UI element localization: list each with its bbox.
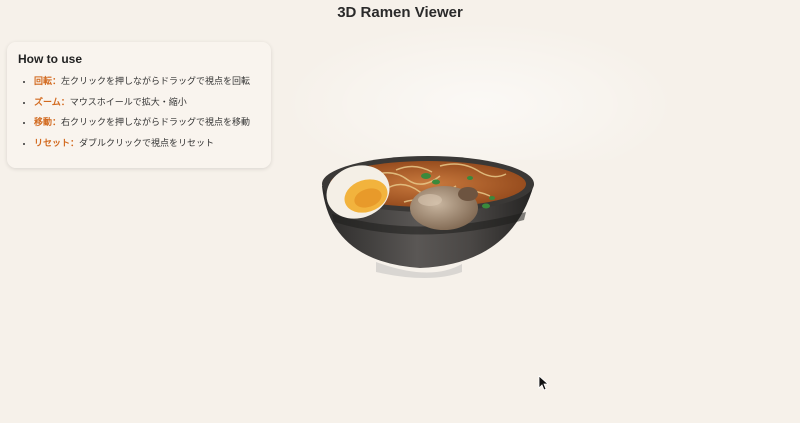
instructions-panel: How to use 回転：左クリックを押しながらドラッグで視点を回転 ズーム：… [7,42,271,168]
instruction-rotate: 回転：左クリックを押しながらドラッグで視点を回転 [34,72,261,93]
instruction-reset-key: リセット： [34,138,80,149]
instruction-pan: 移動：右クリックを押しながらドラッグで視点を移動 [34,113,261,134]
instruction-rotate-key: 回転： [34,77,62,87]
instruction-zoom-text: マウスホイールで拡大・縮小 [69,97,187,108]
instruction-reset-text: ダブルクリックで視点をリセット [79,138,215,149]
cursor-arrow-icon [538,375,550,391]
instruction-reset: リセット：ダブルクリックで視点をリセット [34,134,261,155]
instruction-zoom: ズーム：マウスホイールで拡大・縮小 [34,93,261,114]
instruction-rotate-text: 左クリックを押しながらドラッグで視点を回転 [61,77,251,87]
instructions-list: 回転：左クリックを押しながらドラッグで視点を回転 ズーム：マウスホイールで拡大・… [18,72,261,154]
instruction-pan-text: 右クリックを押しながらドラッグで視点を移動 [61,118,251,128]
instruction-zoom-key: ズーム： [34,97,70,108]
instruction-pan-key: 移動： [34,118,62,128]
instructions-heading: How to use [18,52,83,66]
shiitake-mushroom [410,186,478,230]
